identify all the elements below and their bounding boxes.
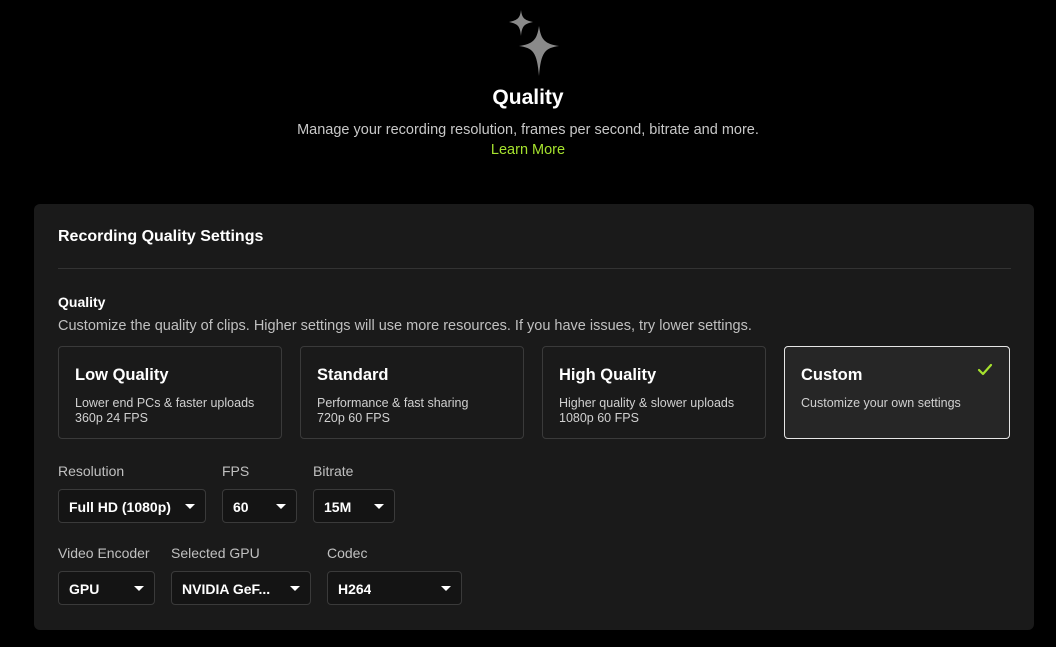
sparkle-icon bbox=[509, 10, 559, 76]
chevron-down-icon bbox=[185, 504, 195, 509]
preset-spec: 360p 24 FPS bbox=[75, 411, 148, 425]
chevron-down-icon bbox=[374, 504, 384, 509]
learn-more-link[interactable]: Learn More bbox=[0, 142, 1056, 158]
resolution-value: Full HD (1080p) bbox=[69, 499, 171, 515]
preset-spec: 720p 60 FPS bbox=[317, 411, 390, 425]
resolution-label: Resolution bbox=[58, 463, 125, 479]
fps-value: 60 bbox=[233, 499, 249, 515]
quality-section-description: Customize the quality of clips. Higher s… bbox=[58, 318, 752, 334]
fps-label: FPS bbox=[222, 463, 250, 479]
fps-select[interactable]: 60 bbox=[222, 489, 297, 523]
chevron-down-icon bbox=[276, 504, 286, 509]
selected-gpu-value: NVIDIA GeF... bbox=[182, 581, 271, 597]
preset-description: Lower end PCs & faster uploads bbox=[75, 396, 255, 410]
preset-card-high-quality[interactable]: High Quality Higher quality & slower upl… bbox=[542, 346, 766, 439]
preset-card-standard[interactable]: Standard Performance & fast sharing 720p… bbox=[300, 346, 524, 439]
resolution-select[interactable]: Full HD (1080p) bbox=[58, 489, 206, 523]
preset-title: Low Quality bbox=[75, 366, 169, 384]
panel-title: Recording Quality Settings bbox=[58, 228, 264, 245]
preset-card-custom[interactable]: Custom Customize your own settings bbox=[784, 346, 1010, 439]
page-title: Quality bbox=[492, 86, 564, 109]
video-encoder-value: GPU bbox=[69, 581, 100, 597]
codec-value: H264 bbox=[338, 581, 372, 597]
preset-card-low-quality[interactable]: Low Quality Lower end PCs & faster uploa… bbox=[58, 346, 282, 439]
preset-description: Higher quality & slower uploads bbox=[559, 396, 735, 410]
bitrate-select[interactable]: 15M bbox=[313, 489, 395, 523]
chevron-down-icon bbox=[134, 586, 144, 591]
video-encoder-select[interactable]: GPU bbox=[58, 571, 155, 605]
chevron-down-icon bbox=[290, 586, 300, 591]
preset-title: Standard bbox=[317, 366, 389, 384]
preset-description: Performance & fast sharing bbox=[317, 396, 469, 410]
preset-description: Customize your own settings bbox=[801, 396, 961, 410]
selected-gpu-select[interactable]: NVIDIA GeF... bbox=[171, 571, 311, 605]
codec-label: Codec bbox=[327, 545, 368, 561]
chevron-down-icon bbox=[441, 586, 451, 591]
preset-title: High Quality bbox=[559, 366, 657, 384]
codec-select[interactable]: H264 bbox=[327, 571, 462, 605]
recording-quality-panel: Recording Quality Settings Quality Custo… bbox=[34, 204, 1034, 630]
page-subtitle: Manage your recording resolution, frames… bbox=[297, 122, 759, 138]
video-encoder-label: Video Encoder bbox=[58, 545, 150, 561]
preset-spec: 1080p 60 FPS bbox=[559, 411, 639, 425]
check-icon bbox=[977, 363, 993, 376]
bitrate-label: Bitrate bbox=[313, 463, 354, 479]
divider bbox=[58, 268, 1011, 269]
selected-gpu-label: Selected GPU bbox=[171, 545, 260, 561]
quality-section-label: Quality bbox=[58, 294, 106, 310]
preset-title: Custom bbox=[801, 366, 863, 384]
bitrate-value: 15M bbox=[324, 499, 352, 515]
page-header: Quality Manage your recording resolution… bbox=[0, 0, 1056, 200]
